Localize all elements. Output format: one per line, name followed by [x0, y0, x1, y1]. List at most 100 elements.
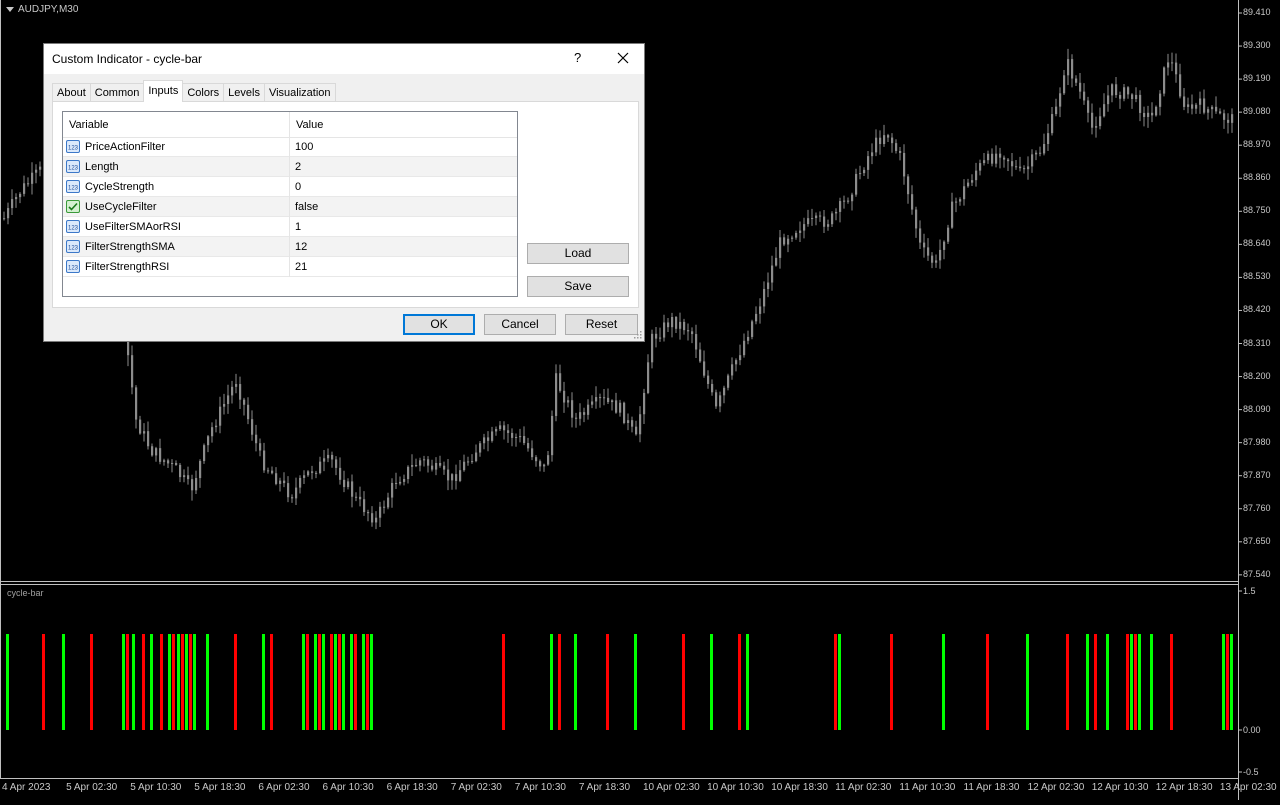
input-row[interactable]: 123 Length 2: [63, 157, 517, 177]
candle-body: [431, 465, 434, 470]
price-axis-label: 88.640: [1243, 238, 1271, 249]
candle-body: [423, 459, 426, 461]
bull-cycle-bar: [206, 634, 209, 730]
candle-body: [395, 482, 398, 484]
column-header-value[interactable]: Value: [296, 119, 323, 131]
bull-cycle-bar: [1150, 634, 1153, 730]
candle-body: [847, 200, 850, 202]
candle-body: [579, 412, 582, 419]
candle-body: [407, 466, 410, 480]
numeric-icon: 123: [66, 260, 80, 273]
time-axis-label: 12 Apr 18:30: [1155, 782, 1213, 793]
time-axis-label: 7 Apr 10:30: [514, 782, 566, 793]
resize-grip-icon[interactable]: [634, 331, 642, 339]
input-value-field[interactable]: 1: [295, 221, 301, 233]
help-button[interactable]: ?: [574, 50, 581, 65]
candle-body: [979, 163, 982, 171]
candle-body: [251, 419, 254, 435]
candle-body: [531, 448, 534, 458]
input-row[interactable]: 123 FilterStrengthRSI 21: [63, 257, 517, 277]
candle-body: [139, 419, 142, 434]
candle-body: [787, 238, 790, 245]
candle-body: [519, 436, 522, 438]
input-value-field[interactable]: 12: [295, 241, 307, 253]
bull-cycle-bar: [122, 634, 125, 730]
dialog-tabs: About Common Inputs Colors Levels Visual…: [52, 80, 336, 102]
candle-body: [687, 330, 690, 332]
dialog-titlebar[interactable]: Custom Indicator - cycle-bar ?: [44, 44, 644, 74]
tab-visualization[interactable]: Visualization: [263, 83, 336, 102]
candle-body: [1127, 87, 1130, 95]
candle-body: [467, 461, 470, 463]
input-value-field[interactable]: 21: [295, 261, 307, 273]
input-row[interactable]: UseCycleFilter false: [63, 197, 517, 217]
price-axis-label: 89.300: [1243, 40, 1271, 51]
bull-cycle-bar: [362, 634, 365, 730]
candle-body: [311, 471, 314, 473]
input-value-field[interactable]: 0: [295, 181, 301, 193]
candle-body: [1147, 112, 1150, 117]
candle-body: [335, 459, 338, 468]
candle-body: [1043, 144, 1046, 154]
bear-cycle-bar: [1134, 634, 1137, 730]
close-icon[interactable]: [612, 47, 634, 69]
chevron-down-icon[interactable]: [6, 7, 14, 12]
candle-body: [739, 355, 742, 361]
chart-symbol-title[interactable]: AUDJPY,M30: [6, 4, 78, 15]
input-value-field[interactable]: false: [295, 201, 318, 213]
ok-button[interactable]: OK: [403, 314, 475, 335]
cancel-button[interactable]: Cancel: [484, 314, 556, 335]
candle-body: [955, 201, 958, 203]
save-button[interactable]: Save: [527, 276, 629, 297]
input-row[interactable]: 123 PriceActionFilter 100: [63, 137, 517, 157]
bear-cycle-bar: [338, 634, 341, 730]
candle-body: [1095, 126, 1098, 128]
bear-cycle-bar: [126, 634, 129, 730]
load-button[interactable]: Load: [527, 243, 629, 264]
candle-body: [327, 454, 330, 459]
candle-body: [143, 431, 146, 434]
candle-body: [315, 472, 318, 474]
bull-cycle-bar: [150, 634, 153, 730]
inputs-grid[interactable]: Variable Value 123 PriceActionFilter 100 12…: [62, 111, 518, 297]
tab-levels[interactable]: Levels: [223, 83, 265, 102]
candle-body: [363, 499, 366, 513]
candle-body: [487, 437, 490, 441]
price-axis-label: 88.310: [1243, 337, 1271, 348]
input-value-field[interactable]: 2: [295, 161, 301, 173]
time-axis-label: 6 Apr 02:30: [258, 782, 310, 793]
column-header-variable[interactable]: Variable: [69, 119, 109, 131]
input-row[interactable]: 123 FilterStrengthSMA 12: [63, 237, 517, 257]
candle-body: [207, 436, 210, 446]
candle-body: [647, 362, 650, 393]
bear-cycle-bar: [1126, 634, 1129, 730]
indicator-window-title: cycle-bar: [7, 588, 44, 598]
candle-body: [455, 474, 458, 481]
bear-cycle-bar: [682, 634, 685, 730]
price-axis-label: 88.860: [1243, 172, 1271, 183]
input-row[interactable]: 123 CycleStrength 0: [63, 177, 517, 197]
candle-body: [1007, 159, 1010, 162]
tab-colors[interactable]: Colors: [182, 83, 225, 102]
tab-common[interactable]: Common: [89, 83, 145, 102]
input-value-field[interactable]: 100: [295, 141, 313, 153]
bull-cycle-bar: [1086, 634, 1089, 730]
candle-body: [215, 425, 218, 428]
candle-body: [823, 216, 826, 227]
bull-cycle-bar: [342, 634, 345, 730]
candle-body: [279, 480, 282, 484]
tab-about[interactable]: About: [52, 83, 91, 102]
candle-body: [147, 431, 150, 447]
reset-button[interactable]: Reset: [565, 314, 638, 335]
candle-body: [895, 143, 898, 151]
input-row[interactable]: 123 UseFilterSMAorRSI 1: [63, 217, 517, 237]
bull-cycle-bar: [262, 634, 265, 730]
svg-text:123: 123: [68, 266, 79, 272]
tab-inputs[interactable]: Inputs: [143, 80, 184, 102]
candle-body: [883, 135, 886, 145]
candle-body: [991, 153, 994, 164]
candle-body: [871, 152, 874, 157]
candle-body: [535, 457, 538, 462]
candle-body: [983, 160, 986, 164]
candle-body: [1183, 96, 1186, 107]
